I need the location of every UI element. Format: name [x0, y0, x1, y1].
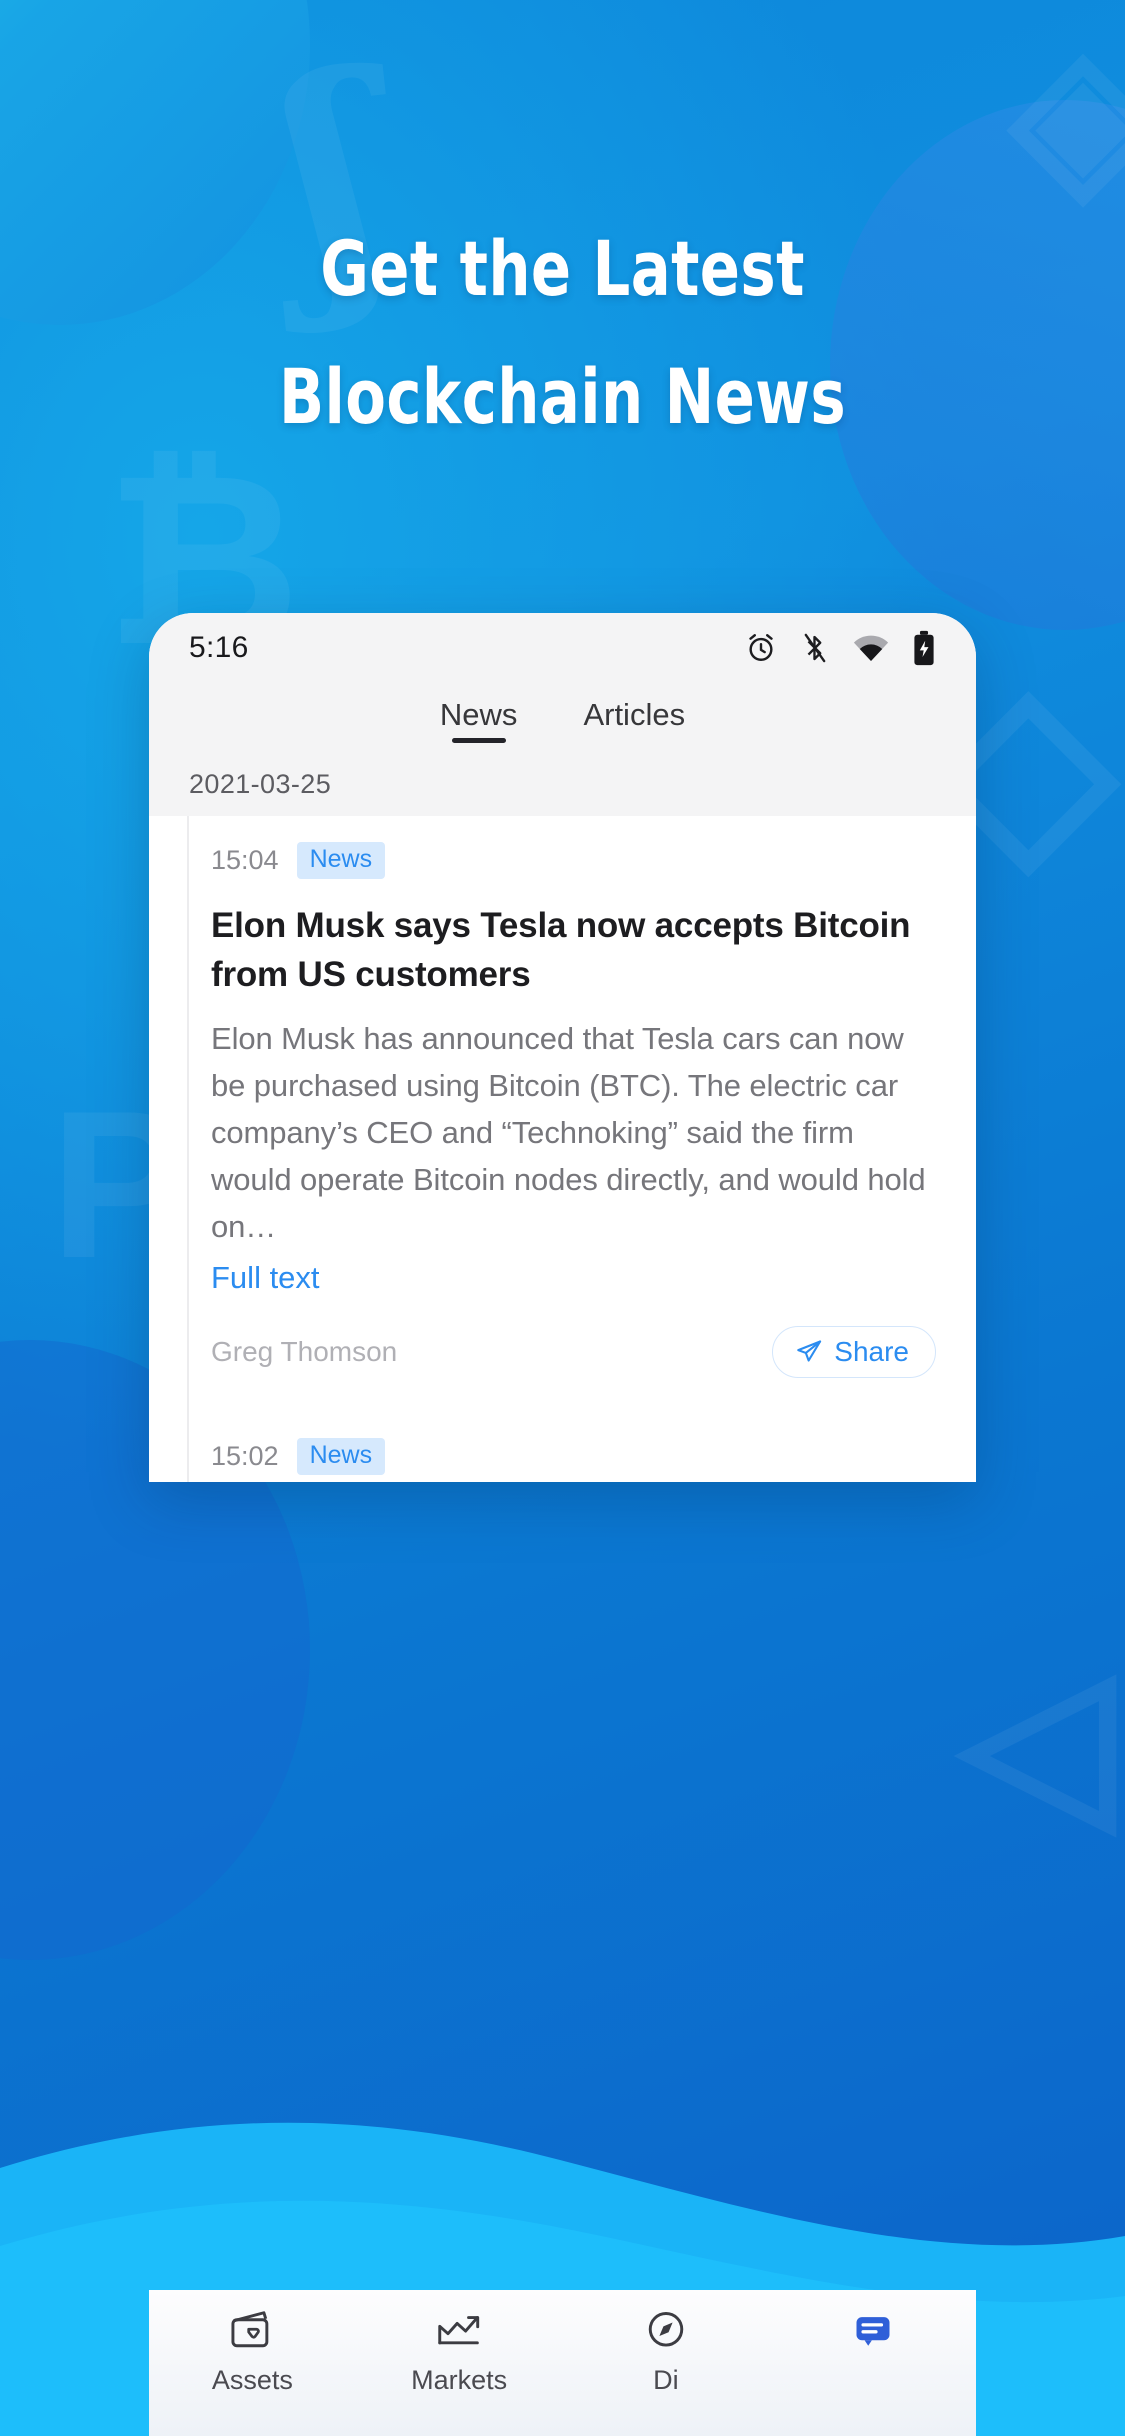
nav-item-assets-label: Assets	[211, 2365, 293, 2395]
tab-articles[interactable]: Articles	[579, 697, 689, 749]
news-item[interactable]: 15:02 News Bank of International Settlem…	[149, 1412, 976, 1482]
bottom-navigation-bar[interactable]: Assets Markets Di	[149, 2290, 976, 2436]
phone-mockup: 5:16 News Articles 2021-03-25 15:04 News…	[149, 613, 976, 1482]
headline-line-1: Get the Latest	[320, 224, 805, 313]
tab-news[interactable]: News	[436, 697, 522, 749]
news-feed-icon	[856, 2317, 890, 2346]
news-title[interactable]: Elon Musk says Tesla now accepts Bitcoin…	[211, 901, 936, 999]
bluetooth-off-icon	[804, 633, 826, 663]
status-bar: 5:16	[149, 613, 976, 683]
news-body: Elon Musk has announced that Tesla cars …	[211, 1021, 926, 1244]
nav-item-markets[interactable]: Markets	[356, 2308, 563, 2396]
promo-headline: Get the Latest Blockchain News	[124, 205, 1002, 461]
tab-news-label: News	[439, 697, 518, 732]
full-text-link[interactable]: Full text	[211, 1260, 936, 1296]
headline-line-2: Blockchain News	[278, 352, 847, 441]
nav-item-assets[interactable]: Assets	[149, 2308, 356, 2396]
nav-item-markets-label: Markets	[411, 2365, 508, 2395]
wallet-icon	[231, 2311, 269, 2348]
alarm-icon	[749, 634, 773, 661]
tab-articles-label: Articles	[583, 697, 686, 732]
status-icon-group	[744, 630, 936, 666]
tab-bar[interactable]: News Articles	[149, 683, 976, 769]
news-time: 15:02	[211, 1441, 279, 1471]
news-item[interactable]: 15:04 News Elon Musk says Tesla now acce…	[149, 816, 976, 1412]
nav-item-news[interactable]	[769, 2308, 976, 2365]
news-time: 15:04	[211, 845, 279, 875]
news-author: Greg Thomson	[211, 1336, 398, 1367]
tab-active-underline	[451, 738, 506, 743]
chart-line-icon	[438, 2316, 480, 2345]
paper-plane-icon	[797, 1340, 822, 1362]
news-feed[interactable]: 15:04 News Elon Musk says Tesla now acce…	[149, 816, 976, 1482]
news-category-badge: News	[296, 842, 386, 879]
tron-watermark-icon: ◁	[960, 1628, 1114, 1851]
nav-item-discover[interactable]: Di	[563, 2308, 770, 2396]
compass-icon	[648, 2312, 684, 2347]
share-button-label: Share	[834, 1336, 909, 1367]
wifi-icon	[853, 635, 889, 661]
news-category-badge: News	[296, 1438, 386, 1475]
nav-item-discover-label: Di	[653, 2365, 679, 2395]
status-clock: 5:16	[189, 631, 249, 664]
news-meta-row: 15:02 News	[211, 1438, 936, 1475]
news-footer-row: Greg Thomson Share	[211, 1326, 936, 1412]
battery-charging-icon	[914, 630, 934, 666]
share-button[interactable]: Share	[772, 1326, 936, 1378]
news-meta-row: 15:04 News	[211, 842, 936, 879]
date-header: 2021-03-25	[149, 769, 976, 816]
binance-watermark-icon: ◈	[1010, 9, 1125, 221]
